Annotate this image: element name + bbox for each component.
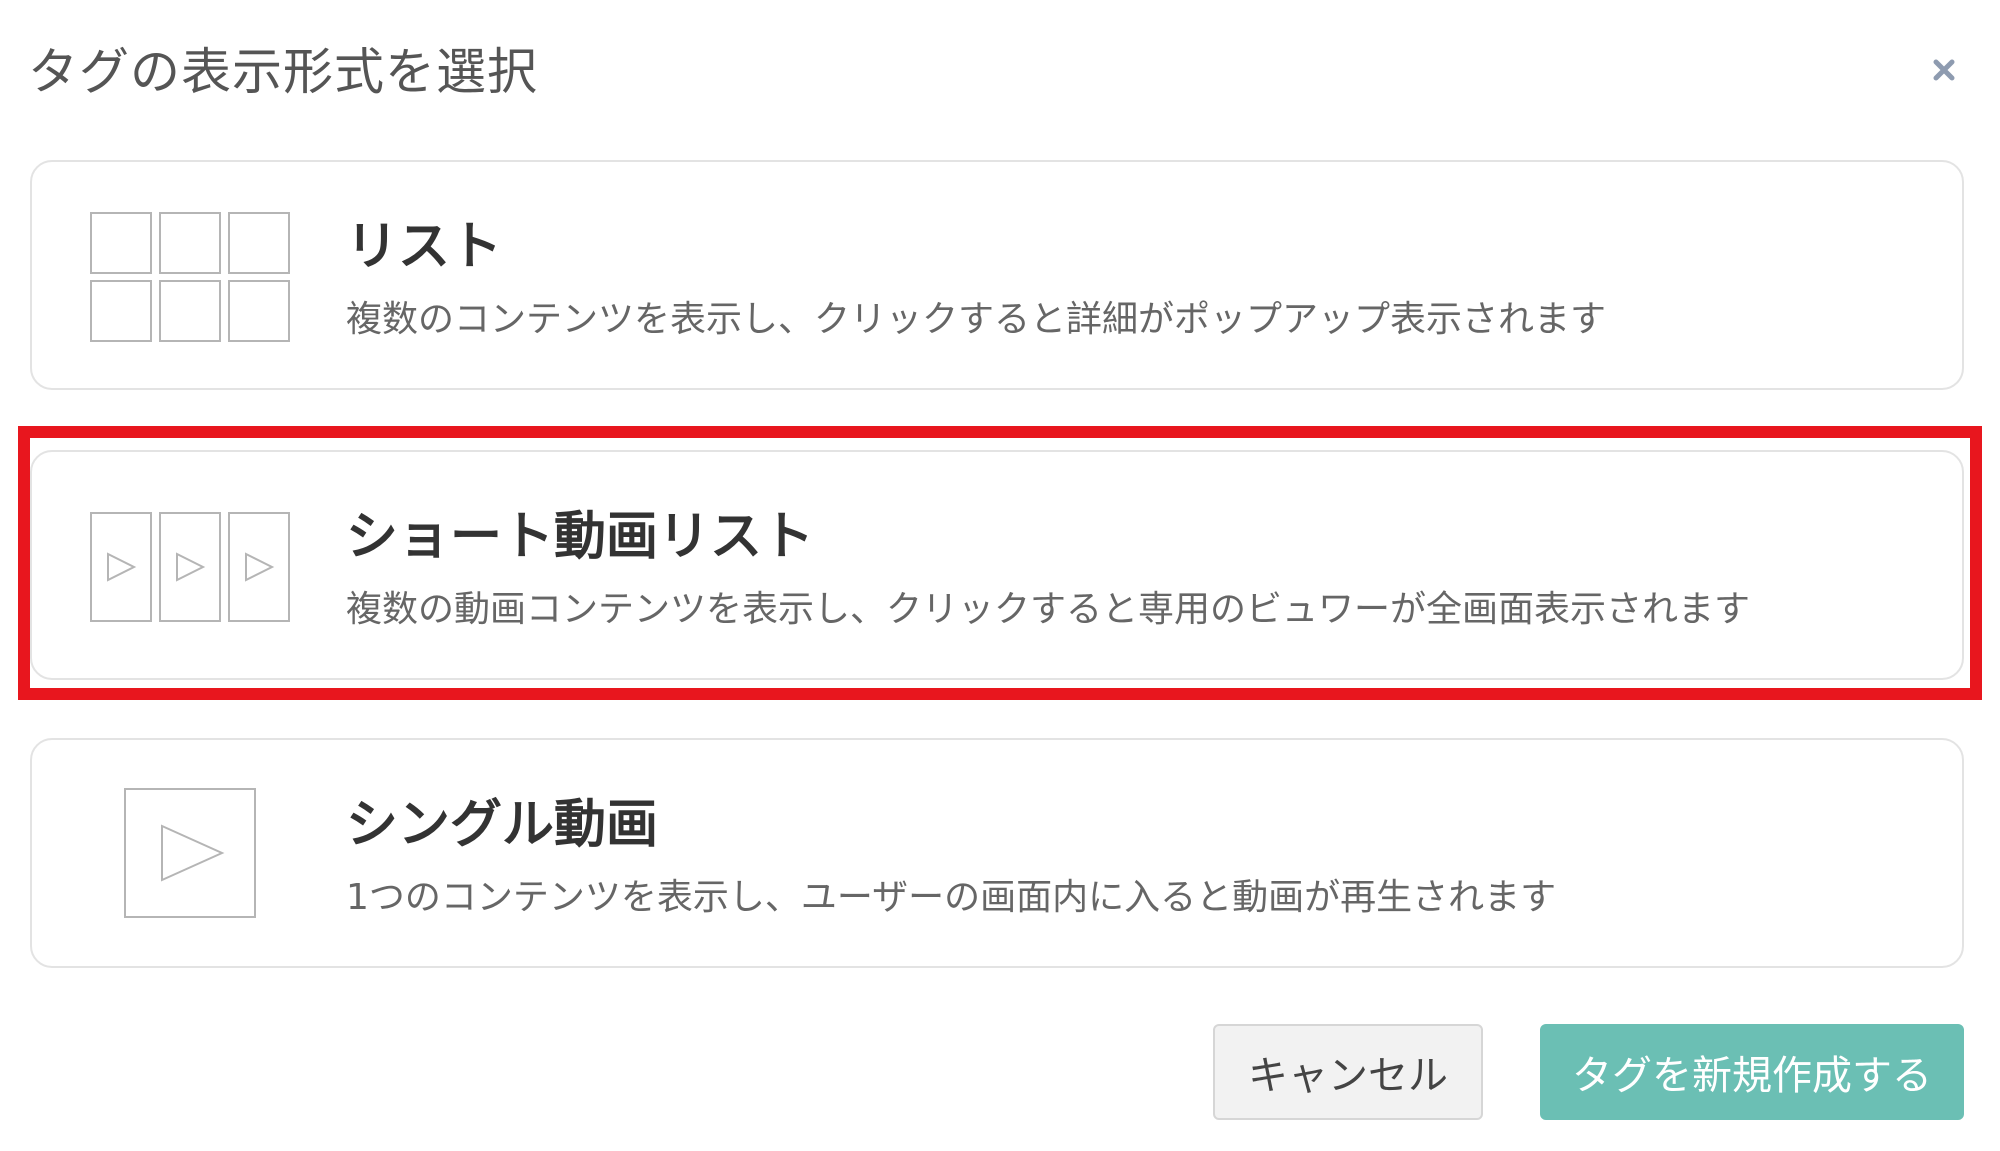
- option-single-video-title: シングル動画: [346, 795, 659, 855]
- dialog-title: タグの表示形式を選択: [28, 43, 538, 101]
- cancel-button[interactable]: キャンセル: [1213, 1024, 1483, 1120]
- option-list-card[interactable]: リスト 複数のコンテンツを表示し、クリックすると詳細がポップアップ表示されます: [30, 160, 1964, 390]
- grid-icon: [90, 212, 290, 342]
- option-list-description: 複数のコンテンツを表示し、クリックすると詳細がポップアップ表示されます: [346, 299, 1607, 340]
- selection-highlight: [18, 426, 1982, 700]
- tag-format-dialog: タグの表示形式を選択 リスト 複数のコンテンツを表示し、クリックすると詳細がポッ…: [0, 0, 2000, 1151]
- option-single-video-description: 1つのコンテンツを表示し、ユーザーの画面内に入ると動画が再生されます: [346, 877, 1557, 918]
- option-list-title: リスト: [346, 217, 503, 277]
- create-tag-button[interactable]: タグを新規作成する: [1540, 1024, 1964, 1120]
- option-single-video-card[interactable]: シングル動画 1つのコンテンツを表示し、ユーザーの画面内に入ると動画が再生されま…: [30, 738, 1964, 968]
- close-icon: [1933, 59, 1955, 81]
- close-button[interactable]: [1924, 50, 1964, 90]
- play-icon: [124, 788, 256, 918]
